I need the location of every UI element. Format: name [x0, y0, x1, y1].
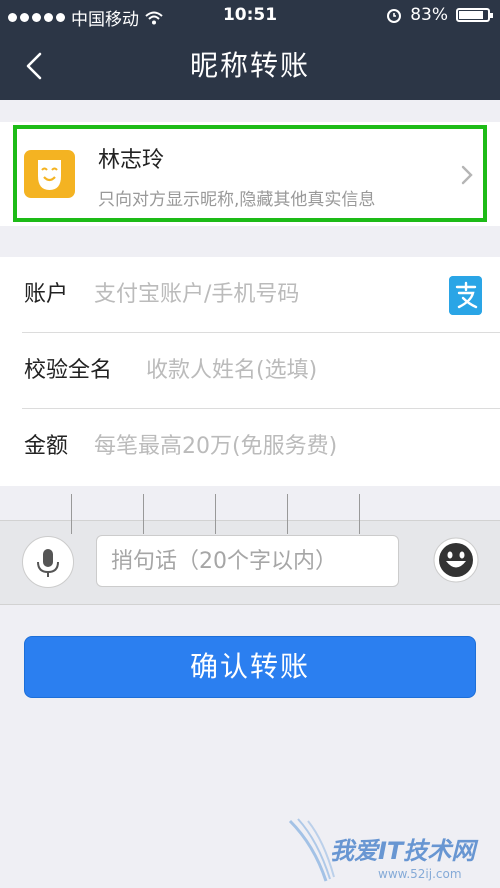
alipay-icon[interactable]	[449, 276, 482, 315]
amount-input[interactable]: 每笔最高20万(免服务费)	[94, 409, 337, 485]
amount-label: 金额	[24, 434, 69, 459]
ruler-tick	[71, 494, 72, 534]
page-title: 昵称转账	[189, 49, 310, 82]
battery-percent: 83%	[410, 5, 448, 25]
amount-row[interactable]: 金额 每笔最高20万(免服务费)	[0, 409, 500, 485]
voice-button[interactable]	[22, 536, 74, 588]
ruler-tick	[215, 494, 216, 534]
ruler-tick	[287, 494, 288, 534]
emoji-icon[interactable]	[432, 536, 480, 584]
battery-icon	[456, 8, 493, 22]
name-row[interactable]: 校验全名 收款人姓名(选填)	[0, 333, 500, 409]
name-input[interactable]: 收款人姓名(选填)	[146, 333, 317, 409]
alarm-icon	[387, 9, 402, 23]
ruler-tick	[359, 494, 360, 534]
confirm-transfer-button[interactable]: 确认转账	[24, 636, 476, 698]
status-bar: 中国移动 10:51 83%	[0, 0, 500, 32]
account-row[interactable]: 账户 支付宝账户/手机号码	[0, 257, 500, 333]
microphone-icon	[37, 549, 59, 577]
watermark: 我爱IT技术网 www.52ij.com	[286, 815, 496, 885]
navigation-bar: 昵称转账	[0, 32, 500, 100]
watermark-url: www.52ij.com	[378, 867, 462, 881]
name-label: 校验全名	[24, 358, 113, 383]
ruler-tick	[143, 494, 144, 534]
message-input[interactable]	[96, 535, 399, 587]
watermark-text: 我爱IT技术网	[330, 837, 476, 865]
transfer-form: 账户 支付宝账户/手机号码 校验全名 收款人姓名(选填) 金额 每笔最高20万(…	[0, 257, 500, 486]
account-input[interactable]: 支付宝账户/手机号码	[94, 257, 299, 333]
highlight-frame	[13, 125, 487, 222]
account-label: 账户	[24, 282, 69, 307]
